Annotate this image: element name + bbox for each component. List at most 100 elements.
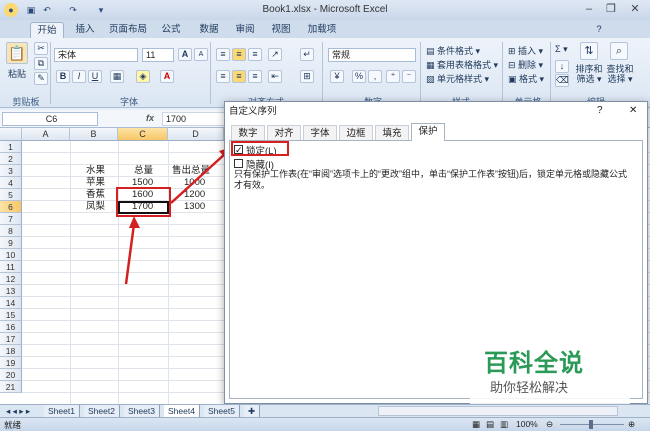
find-select-icon[interactable]: ⌕ <box>610 42 628 60</box>
dialog-tab-border[interactable]: 边框 <box>339 125 373 140</box>
tab-insert[interactable]: 插入 <box>70 22 100 38</box>
currency-icon[interactable]: ¥ <box>330 70 344 83</box>
align-left-icon[interactable]: ≡ <box>216 70 230 83</box>
dialog-tab-number[interactable]: 数字 <box>231 125 265 140</box>
dialog-tab-alignment[interactable]: 对齐 <box>267 125 301 140</box>
row-header-18[interactable]: 18 <box>0 345 22 357</box>
tab-formulas[interactable]: 公式 <box>156 22 186 38</box>
sheet-tab-3[interactable]: Sheet3 <box>124 405 160 417</box>
grow-font-icon[interactable]: A <box>178 48 192 61</box>
tab-view[interactable]: 视图 <box>266 22 296 38</box>
underline-button[interactable]: U <box>88 70 102 83</box>
cell-d6[interactable]: 1300 <box>184 201 205 213</box>
cell-d4[interactable]: 1000 <box>184 177 205 189</box>
row-header-14[interactable]: 14 <box>0 297 22 309</box>
horizontal-scrollbar[interactable] <box>378 406 618 416</box>
dialog-help-button[interactable]: ? <box>597 105 603 116</box>
page-layout-view-icon[interactable]: ▤ <box>486 419 494 430</box>
row-header-17[interactable]: 17 <box>0 333 22 345</box>
zoom-level[interactable]: 100% <box>516 419 538 429</box>
help-icon[interactable]: ? <box>592 22 606 38</box>
table-format-button[interactable]: ▦ 套用表格格式 ▾ <box>426 58 498 71</box>
dialog-tab-font[interactable]: 字体 <box>303 125 337 140</box>
row-header-4[interactable]: 4 <box>0 177 22 189</box>
fill-icon[interactable]: ↓ <box>555 60 569 73</box>
column-header-b[interactable]: B <box>70 128 118 141</box>
align-top-icon[interactable]: ≡ <box>216 48 230 61</box>
sort-filter-icon[interactable]: ⇅ <box>580 42 598 60</box>
wrap-text-icon[interactable]: ↵ <box>300 48 314 61</box>
percent-button[interactable]: % <box>352 70 366 83</box>
cell-d5[interactable]: 1200 <box>184 189 205 201</box>
find-select-button[interactable]: 查找和 选择 ▾ <box>604 64 636 84</box>
align-center-icon[interactable]: ≡ <box>232 70 246 83</box>
align-bottom-icon[interactable]: ≡ <box>248 48 262 61</box>
conditional-format-button[interactable]: ▤ 条件格式 ▾ <box>426 44 480 57</box>
paste-icon[interactable]: 📋 <box>6 42 28 64</box>
row-header-15[interactable]: 15 <box>0 309 22 321</box>
italic-button[interactable]: I <box>72 70 86 83</box>
row-header-12[interactable]: 12 <box>0 273 22 285</box>
row-header-9[interactable]: 9 <box>0 237 22 249</box>
cell-b3[interactable]: 水果 <box>86 165 105 177</box>
orientation-icon[interactable]: ↗ <box>268 48 282 61</box>
row-header-7[interactable]: 7 <box>0 213 22 225</box>
font-color-icon[interactable]: A <box>160 70 174 83</box>
fill-color-icon[interactable]: ◈ <box>136 70 150 83</box>
delete-cells-button[interactable]: ⊟ 删除 ▾ <box>508 58 543 71</box>
align-middle-icon[interactable]: ≡ <box>232 48 246 61</box>
row-header-10[interactable]: 10 <box>0 249 22 261</box>
tab-review[interactable]: 审阅 <box>230 22 260 38</box>
page-break-view-icon[interactable]: ▥ <box>500 419 508 430</box>
autosum-button[interactable]: Σ ▾ <box>555 44 568 55</box>
cell-style-button[interactable]: ▧ 单元格样式 ▾ <box>426 72 489 85</box>
column-header-c[interactable]: C <box>118 128 168 141</box>
font-name-select[interactable]: 宋体 <box>54 48 138 62</box>
decrease-decimal-icon[interactable]: ⁻ <box>402 70 416 83</box>
name-box[interactable]: C6 <box>2 112 98 126</box>
sort-filter-button[interactable]: 排序和 筛选 ▾ <box>574 64 604 84</box>
number-format-select[interactable]: 常规 <box>328 48 416 62</box>
sheet-tab-2[interactable]: Sheet2 <box>84 405 120 417</box>
row-header-11[interactable]: 11 <box>0 261 22 273</box>
row-header-6[interactable]: 6 <box>0 201 22 213</box>
tab-addins[interactable]: 加载项 <box>302 22 342 38</box>
row-header-5[interactable]: 5 <box>0 189 22 201</box>
insert-cells-button[interactable]: ⊞ 插入 ▾ <box>508 44 543 57</box>
row-header-19[interactable]: 19 <box>0 357 22 369</box>
cell-b4[interactable]: 苹果 <box>86 177 105 189</box>
row-header-2[interactable]: 2 <box>0 153 22 165</box>
new-sheet-icon[interactable]: ✚ <box>244 405 261 417</box>
normal-view-icon[interactable]: ▦ <box>472 419 480 430</box>
sheet-tab-1[interactable]: Sheet1 <box>44 405 80 417</box>
cell-b5[interactable]: 香蕉 <box>86 189 105 201</box>
format-painter-icon[interactable]: ✎ <box>34 72 48 85</box>
insert-function-icon[interactable]: fx <box>146 113 154 123</box>
row-header-1[interactable]: 1 <box>0 141 22 153</box>
clear-icon[interactable]: ⌫ <box>555 74 569 87</box>
zoom-in-icon[interactable]: ⊕ <box>628 419 635 430</box>
column-header-a[interactable]: A <box>22 128 70 141</box>
sheet-tab-4[interactable]: Sheet4 <box>164 405 200 417</box>
paste-button[interactable]: 粘贴 <box>8 67 26 80</box>
zoom-out-icon[interactable]: ⊖ <box>546 419 553 430</box>
dialog-tab-protection[interactable]: 保护 <box>411 123 445 141</box>
border-icon[interactable]: ▦ <box>110 70 124 83</box>
cell-c3[interactable]: 总量 <box>134 165 153 177</box>
dialog-close-button[interactable]: ✕ <box>629 105 637 116</box>
font-size-select[interactable]: 11 <box>142 48 174 62</box>
zoom-slider-thumb[interactable] <box>589 420 593 429</box>
hidden-checkbox[interactable] <box>234 159 243 168</box>
align-right-icon[interactable]: ≡ <box>248 70 262 83</box>
copy-icon[interactable]: ⧉ <box>34 57 48 70</box>
row-header-8[interactable]: 8 <box>0 225 22 237</box>
sheet-tab-5[interactable]: Sheet5 <box>204 405 240 417</box>
indent-icon[interactable]: ⇤ <box>268 70 282 83</box>
row-header-3[interactable]: 3 <box>0 165 22 177</box>
tab-home[interactable]: 开始 <box>30 22 64 38</box>
cell-d3[interactable]: 售出总量 <box>172 165 210 177</box>
column-header-d[interactable]: D <box>168 128 224 141</box>
cell-b6[interactable]: 凤梨 <box>86 201 105 213</box>
row-header-21[interactable]: 21 <box>0 381 22 393</box>
row-header-13[interactable]: 13 <box>0 285 22 297</box>
